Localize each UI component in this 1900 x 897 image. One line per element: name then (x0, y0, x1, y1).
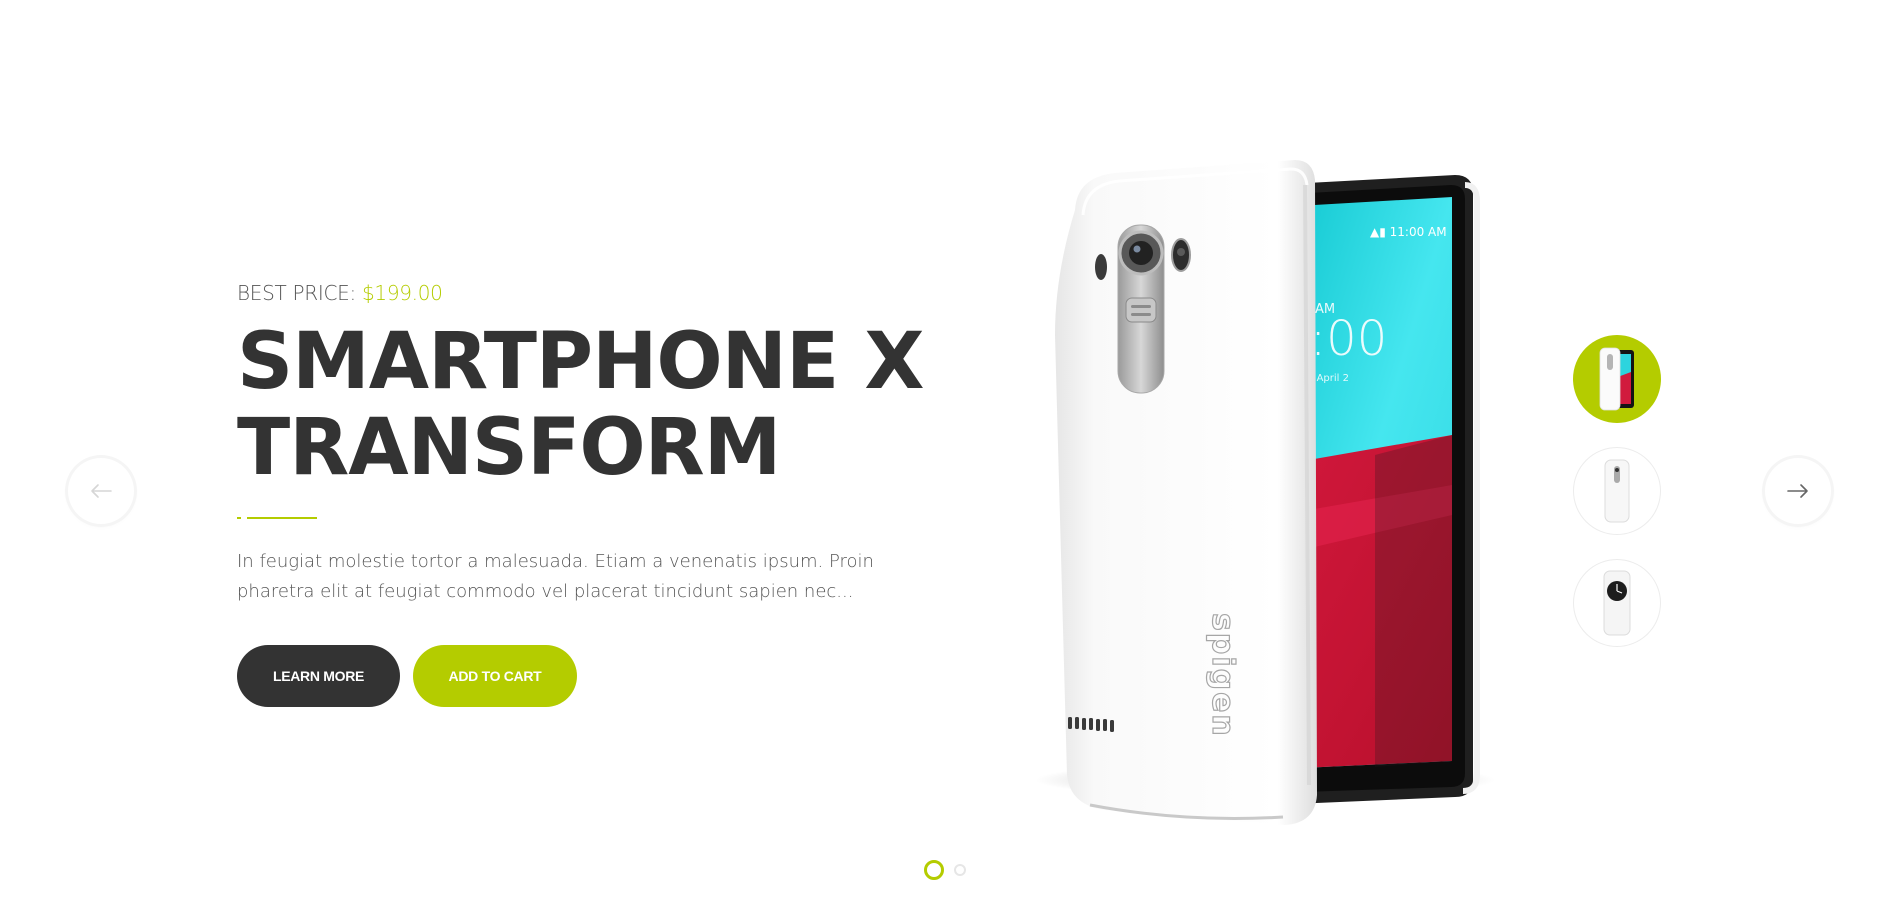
title-line-2: TRANSFORM (237, 403, 781, 493)
slide-actions: LEARN MORE ADD TO CART (237, 645, 957, 707)
add-to-cart-button[interactable]: ADD TO CART (413, 645, 577, 707)
arrow-left-icon (91, 484, 112, 498)
slide-title: SMARTPHONE X TRANSFORM (237, 319, 957, 491)
arrow-right-icon (1787, 484, 1808, 498)
price-value: $199.00 (361, 281, 443, 305)
hero-slider: BEST PRICE: $199.00 SMARTPHONE X TRANSFO… (0, 0, 1900, 897)
slider-pagination (924, 860, 966, 880)
price-label: BEST PRICE: (237, 281, 356, 305)
slide-content: BEST PRICE: $199.00 SMARTPHONE X TRANSFO… (237, 281, 957, 707)
learn-more-button[interactable]: LEARN MORE (237, 645, 400, 707)
phone-case-thumbnail-icon (1603, 570, 1631, 636)
next-slide-button[interactable] (1765, 458, 1831, 524)
title-line-1: SMARTPHONE X (237, 317, 925, 407)
price-line: BEST PRICE: $199.00 (237, 281, 957, 305)
brand-logo: spigen (1205, 613, 1240, 738)
pagination-dot-1[interactable] (924, 860, 944, 880)
prev-slide-button[interactable] (68, 458, 134, 524)
product-image: ▲▮ 11:00 AM AM :00 day April 2 spigen (1015, 155, 1495, 835)
thumbnail-phone-case[interactable] (1573, 559, 1661, 647)
phone-thumbnail-icon (1599, 347, 1634, 411)
pagination-dot-2[interactable] (954, 864, 966, 876)
svg-text::00: :00 (1310, 311, 1387, 367)
phone-back-thumbnail-icon (1604, 459, 1630, 523)
slide-description: In feugiat molestie tortor a malesuada. … (237, 551, 874, 602)
thumbnail-phone-back[interactable] (1573, 447, 1661, 535)
svg-text:▲▮ 11:00 AM: ▲▮ 11:00 AM (1370, 225, 1447, 239)
title-divider (237, 517, 317, 519)
thumbnail-list (1573, 335, 1663, 671)
thumbnail-phone-front-back[interactable] (1573, 335, 1661, 423)
